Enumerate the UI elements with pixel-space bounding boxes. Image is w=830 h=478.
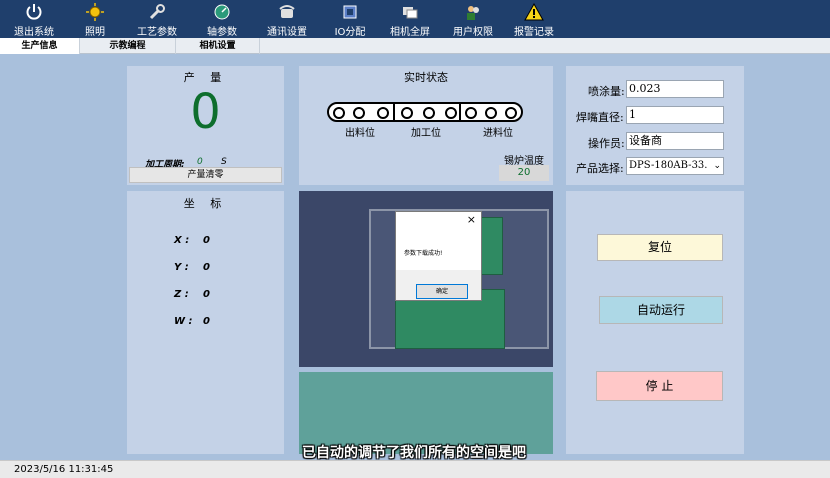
coord-z-value: 0 (203, 289, 210, 300)
infeed-position-label: 进料位 (483, 128, 513, 139)
warning-icon (524, 3, 544, 21)
io-board-icon (340, 3, 360, 21)
coord-x-value: 0 (203, 235, 210, 246)
user-permission-label: 用户权限 (453, 27, 493, 38)
product-select-value: DPS-180AB-33. (629, 160, 708, 171)
axis-params-label: 轴参数 (207, 27, 237, 38)
coordinates-title: 坐 标 (183, 197, 228, 210)
message-dialog: × 参数下载成功! 确定 (395, 211, 482, 301)
conveyor-roller (401, 107, 413, 119)
conveyor-belt (327, 102, 523, 122)
realtime-status-panel: 实时状态 出料位 加工位 进料位 锡炉温度 20 (299, 66, 553, 185)
user-permission-button[interactable]: 用户权限 (442, 0, 504, 38)
nozzle-diameter-label: 焊嘴直径: (576, 111, 624, 124)
coord-x-label: X : (174, 235, 190, 246)
clear-output-button[interactable]: 产量清零 (129, 167, 282, 183)
windows-icon (400, 3, 420, 21)
output-count: 0 (190, 84, 221, 140)
power-icon (24, 3, 44, 21)
alarm-log-label: 报警记录 (514, 27, 554, 38)
phone-icon (277, 3, 297, 21)
camera-fullscreen-button[interactable]: 相机全屏 (378, 0, 442, 38)
lighting-label: 照明 (85, 27, 105, 38)
coord-w-value: 0 (203, 316, 210, 327)
video-subtitle: 已自动的调节了我们所有的空间是吧 (302, 445, 526, 461)
process-position-label: 加工位 (411, 128, 441, 139)
process-params-button[interactable]: 工艺参数 (122, 0, 192, 38)
io-assign-label: IO分配 (334, 27, 366, 38)
conveyor-roller (377, 107, 389, 119)
alarm-log-button[interactable]: 报警记录 (504, 0, 564, 38)
camera-fullscreen-label: 相机全屏 (390, 27, 430, 38)
process-params-label: 工艺参数 (137, 27, 177, 38)
output-panel: 产 量 0 加工周期: 0 S 产量清零 (127, 66, 284, 185)
dialog-ok-button[interactable]: 确定 (416, 284, 468, 299)
spray-amount-label: 喷涂量: (588, 85, 625, 98)
gauge-icon (212, 3, 232, 21)
exit-system-button[interactable]: 退出系统 (0, 0, 68, 38)
sun-icon (85, 3, 105, 21)
dialog-message: 参数下载成功! (404, 250, 443, 257)
conveyor-roller (353, 107, 365, 119)
tab-bar: 生产信息 示教编程 相机设置 (0, 38, 830, 54)
status-datetime: 2023/5/16 11:31:45 (14, 464, 114, 475)
reset-button[interactable]: 复位 (597, 234, 723, 261)
product-select[interactable]: DPS-180AB-33. ⌄ (626, 157, 724, 175)
conveyor-roller (505, 107, 517, 119)
operator-label: 操作员: (588, 137, 625, 150)
conveyor-roller (445, 107, 457, 119)
axis-params-button[interactable]: 轴参数 (192, 0, 252, 38)
tab-production-info[interactable]: 生产信息 (0, 38, 80, 54)
coord-w-label: W : (174, 316, 193, 327)
nozzle-diameter-field[interactable]: 1 (626, 106, 724, 124)
coord-y-value: 0 (203, 262, 210, 273)
lighting-button[interactable]: 照明 (68, 0, 122, 38)
coord-y-label: Y : (174, 262, 189, 273)
params-panel: 喷涂量: 0.023 焊嘴直径: 1 操作员: 设备商 产品选择: DPS-18… (566, 66, 744, 185)
comm-settings-button[interactable]: 通讯设置 (252, 0, 322, 38)
tab-camera-settings[interactable]: 相机设置 (176, 38, 260, 54)
belt-divider (393, 104, 395, 122)
spray-amount-field[interactable]: 0.023 (626, 80, 724, 98)
outfeed-position-label: 出料位 (345, 128, 375, 139)
wrench-icon (147, 3, 167, 21)
actions-panel: 复位 自动运行 停 止 (566, 191, 744, 454)
product-select-label: 产品选择: (576, 162, 624, 175)
status-bar: 2023/5/16 11:31:45 (0, 460, 830, 478)
coordinates-panel: 坐 标 X : 0 Y : 0 Z : 0 W : 0 (127, 191, 284, 454)
coord-z-label: Z : (174, 289, 189, 300)
auto-run-button[interactable]: 自动运行 (599, 296, 723, 324)
realtime-status-title: 实时状态 (404, 71, 448, 84)
output-title: 产 量 (183, 71, 228, 84)
conveyor-roller (333, 107, 345, 119)
io-assign-button[interactable]: IO分配 (322, 0, 378, 38)
camera-view[interactable]: × 参数下载成功! 确定 (299, 191, 553, 367)
stop-button[interactable]: 停 止 (596, 371, 723, 401)
exit-system-label: 退出系统 (14, 27, 54, 38)
chevron-down-icon: ⌄ (713, 161, 721, 171)
cycle-time-unit: S (221, 157, 227, 167)
users-icon (463, 3, 483, 21)
tab-teach-programming[interactable]: 示教编程 (80, 38, 176, 54)
toolbar: 退出系统 照明 工艺参数 轴参数 通讯设置 IO分配 相机全屏 用户权限 报警记… (0, 0, 830, 38)
cycle-time-value: 0 (197, 157, 203, 167)
belt-divider (459, 104, 461, 122)
conveyor-roller (485, 107, 497, 119)
conveyor-roller (465, 107, 477, 119)
operator-field[interactable]: 设备商 (626, 132, 724, 150)
solder-temp-value: 20 (499, 165, 549, 181)
close-icon[interactable]: × (467, 213, 476, 226)
comm-settings-label: 通讯设置 (267, 27, 307, 38)
conveyor-roller (423, 107, 435, 119)
